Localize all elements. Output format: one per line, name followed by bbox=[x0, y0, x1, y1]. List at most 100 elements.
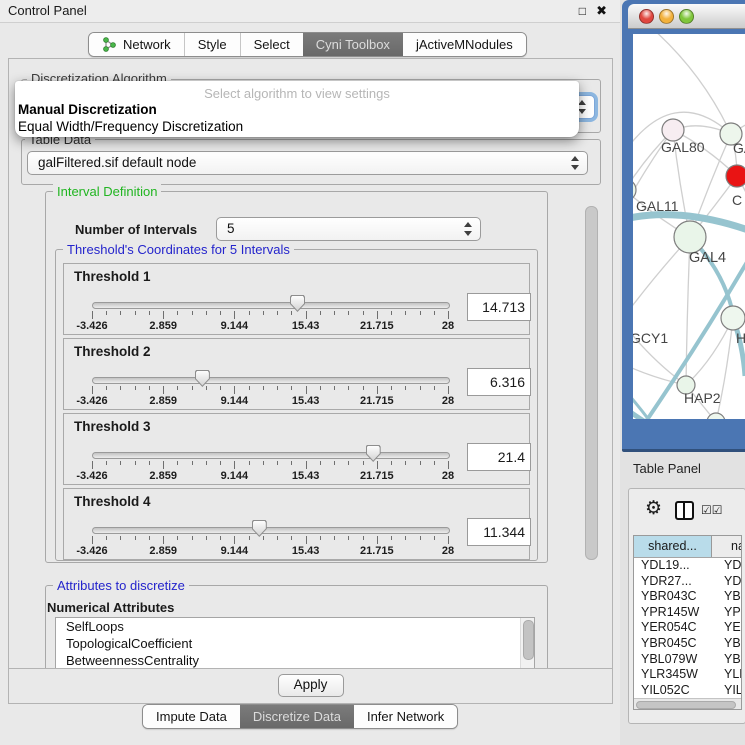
table-row[interactable]: YPR145WYPR1 bbox=[634, 605, 741, 621]
node-red[interactable] bbox=[726, 165, 745, 187]
slider-thumb[interactable] bbox=[366, 445, 381, 462]
column-header-name[interactable]: name bbox=[712, 536, 741, 557]
cell-name: YER0 bbox=[718, 620, 741, 636]
cell-shared-name: YER054C bbox=[634, 620, 718, 636]
attribute-list-item[interactable]: TopologicalCoefficient bbox=[56, 635, 534, 652]
attribute-list-item[interactable]: BetweennessCentrality bbox=[56, 652, 534, 668]
cell-name: YLR3 bbox=[718, 667, 741, 683]
algorithm-option-manual[interactable]: Manual Discretization bbox=[15, 101, 579, 118]
tick-mark bbox=[263, 536, 264, 540]
column-header-shared-name[interactable]: shared... bbox=[634, 536, 712, 557]
attributes-group-label: Attributes to discretize bbox=[53, 578, 189, 593]
cell-name: YPR1 bbox=[718, 605, 741, 621]
slider-thumb[interactable] bbox=[252, 520, 267, 537]
tab-discretize-data[interactable]: Discretize Data bbox=[240, 705, 354, 728]
columns-icon[interactable] bbox=[675, 501, 694, 520]
cell-shared-name: YDR27... bbox=[634, 574, 718, 590]
tab-network[interactable]: Network bbox=[89, 33, 184, 56]
interval-definition-group-label: Interval Definition bbox=[53, 184, 161, 199]
attribute-list-item[interactable]: SelfLoops bbox=[56, 618, 534, 635]
tick-mark bbox=[420, 311, 421, 315]
tick-mark bbox=[249, 461, 250, 465]
tick-label: 28 bbox=[442, 470, 454, 482]
threshold-value-field[interactable]: 6.316 bbox=[467, 368, 531, 396]
table-data-combobox[interactable]: galFiltered.sif default node bbox=[27, 151, 588, 175]
cell-shared-name: YLR345W bbox=[634, 667, 718, 683]
slider-track[interactable] bbox=[92, 302, 450, 309]
tick-mark bbox=[220, 461, 221, 465]
table-row[interactable]: YER054CYER0 bbox=[634, 620, 741, 636]
tick-mark bbox=[363, 536, 364, 540]
tick-mark bbox=[420, 461, 421, 465]
tick-mark bbox=[234, 311, 235, 319]
tab-jactivemnodules[interactable]: jActiveMNodules bbox=[403, 33, 526, 56]
tab-infer-network[interactable]: Infer Network bbox=[354, 705, 457, 728]
control-panel-titlebar: Control Panel □ ✖ bbox=[0, 0, 620, 23]
tab-style[interactable]: Style bbox=[184, 33, 240, 56]
table-row[interactable]: YIL052CYIL0 bbox=[634, 683, 741, 699]
tick-label: -3.426 bbox=[76, 545, 107, 557]
tick-mark bbox=[306, 536, 307, 544]
horizontal-scrollbar[interactable] bbox=[634, 698, 741, 709]
slider-thumb[interactable] bbox=[290, 295, 305, 312]
tick-mark bbox=[434, 311, 435, 315]
tab-discretize-data-label: Discretize Data bbox=[253, 709, 341, 724]
tab-select-label: Select bbox=[254, 37, 290, 52]
algorithm-dropdown-popup: Select algorithm to view settings Manual… bbox=[15, 81, 579, 137]
node-gal80[interactable] bbox=[662, 119, 684, 141]
close-window-icon[interactable]: ✖ bbox=[596, 3, 607, 19]
slider-track[interactable] bbox=[92, 377, 450, 384]
tab-network-label: Network bbox=[123, 37, 171, 52]
slider-ticks bbox=[92, 536, 448, 545]
cell-name: YIL0 bbox=[718, 683, 741, 699]
table-row[interactable]: YBR043CYBR0 bbox=[634, 589, 741, 605]
apply-button[interactable]: Apply bbox=[278, 674, 344, 697]
tick-label: 2.859 bbox=[149, 395, 177, 407]
table-panel: ⚙ ☑☑ shared... name YDL19...YDL1YDR27...… bbox=[628, 488, 745, 724]
table-row[interactable]: YBL079WYBL0 bbox=[634, 652, 741, 668]
list-scrollbar[interactable] bbox=[520, 618, 534, 668]
table-row[interactable]: YDR27...YDR2 bbox=[634, 574, 741, 590]
tick-mark bbox=[234, 536, 235, 544]
list-scrollbar-thumb[interactable] bbox=[523, 620, 534, 660]
tab-impute-data[interactable]: Impute Data bbox=[143, 705, 240, 728]
table-row[interactable]: YLR345WYLR3 bbox=[634, 667, 741, 683]
tick-label: 9.144 bbox=[221, 320, 249, 332]
zoom-traffic-light[interactable] bbox=[679, 9, 694, 24]
horizontal-scrollbar-thumb[interactable] bbox=[636, 701, 736, 710]
tick-mark bbox=[277, 461, 278, 465]
threshold-value-field[interactable]: 14.713 bbox=[467, 293, 531, 321]
checkbox-icons[interactable]: ☑☑ bbox=[701, 503, 723, 517]
tick-mark bbox=[334, 311, 335, 315]
gear-icon[interactable]: ⚙ bbox=[645, 499, 662, 518]
threshold-label: Threshold 3 bbox=[74, 419, 151, 434]
tick-mark bbox=[120, 536, 121, 540]
tick-mark bbox=[220, 386, 221, 390]
network-canvas[interactable]: GAL80GACGAL11GAL4GCY1HHAP2 bbox=[633, 34, 745, 419]
minimize-traffic-light[interactable] bbox=[659, 9, 674, 24]
tick-mark bbox=[92, 461, 93, 469]
node-gal4[interactable] bbox=[674, 221, 706, 253]
tab-cyni-toolbox[interactable]: Cyni Toolbox bbox=[303, 33, 403, 56]
float-window-icon[interactable]: □ bbox=[579, 4, 586, 18]
threshold-1-panel: Threshold 1-3.4262.8599.14415.4321.71528… bbox=[63, 263, 530, 335]
tab-infer-network-label: Infer Network bbox=[367, 709, 444, 724]
close-traffic-light[interactable] bbox=[639, 9, 654, 24]
algorithm-option-equal-width[interactable]: Equal Width/Frequency Discretization bbox=[15, 118, 579, 135]
panel-scrollbar-thumb[interactable] bbox=[585, 206, 598, 560]
tab-select[interactable]: Select bbox=[240, 33, 303, 56]
slider-thumb[interactable] bbox=[195, 370, 210, 387]
node-right[interactable] bbox=[721, 306, 745, 330]
tab-cyni-toolbox-label: Cyni Toolbox bbox=[316, 37, 390, 52]
threshold-value-field[interactable]: 11.344 bbox=[467, 518, 531, 546]
tick-label: 15.43 bbox=[292, 320, 320, 332]
table-row[interactable]: YBR045CYBR0 bbox=[634, 636, 741, 652]
control-panel-window: Control Panel □ ✖ Network Style Select C… bbox=[0, 0, 620, 745]
tick-label: 2.859 bbox=[149, 545, 177, 557]
slider-track[interactable] bbox=[92, 527, 450, 534]
table-row[interactable]: YDL19...YDL1 bbox=[634, 558, 741, 574]
threshold-value-field[interactable]: 21.4 bbox=[467, 443, 531, 471]
tick-mark bbox=[120, 386, 121, 390]
slider-track[interactable] bbox=[92, 452, 450, 459]
number-of-intervals-combobox[interactable]: 5 bbox=[216, 217, 481, 241]
